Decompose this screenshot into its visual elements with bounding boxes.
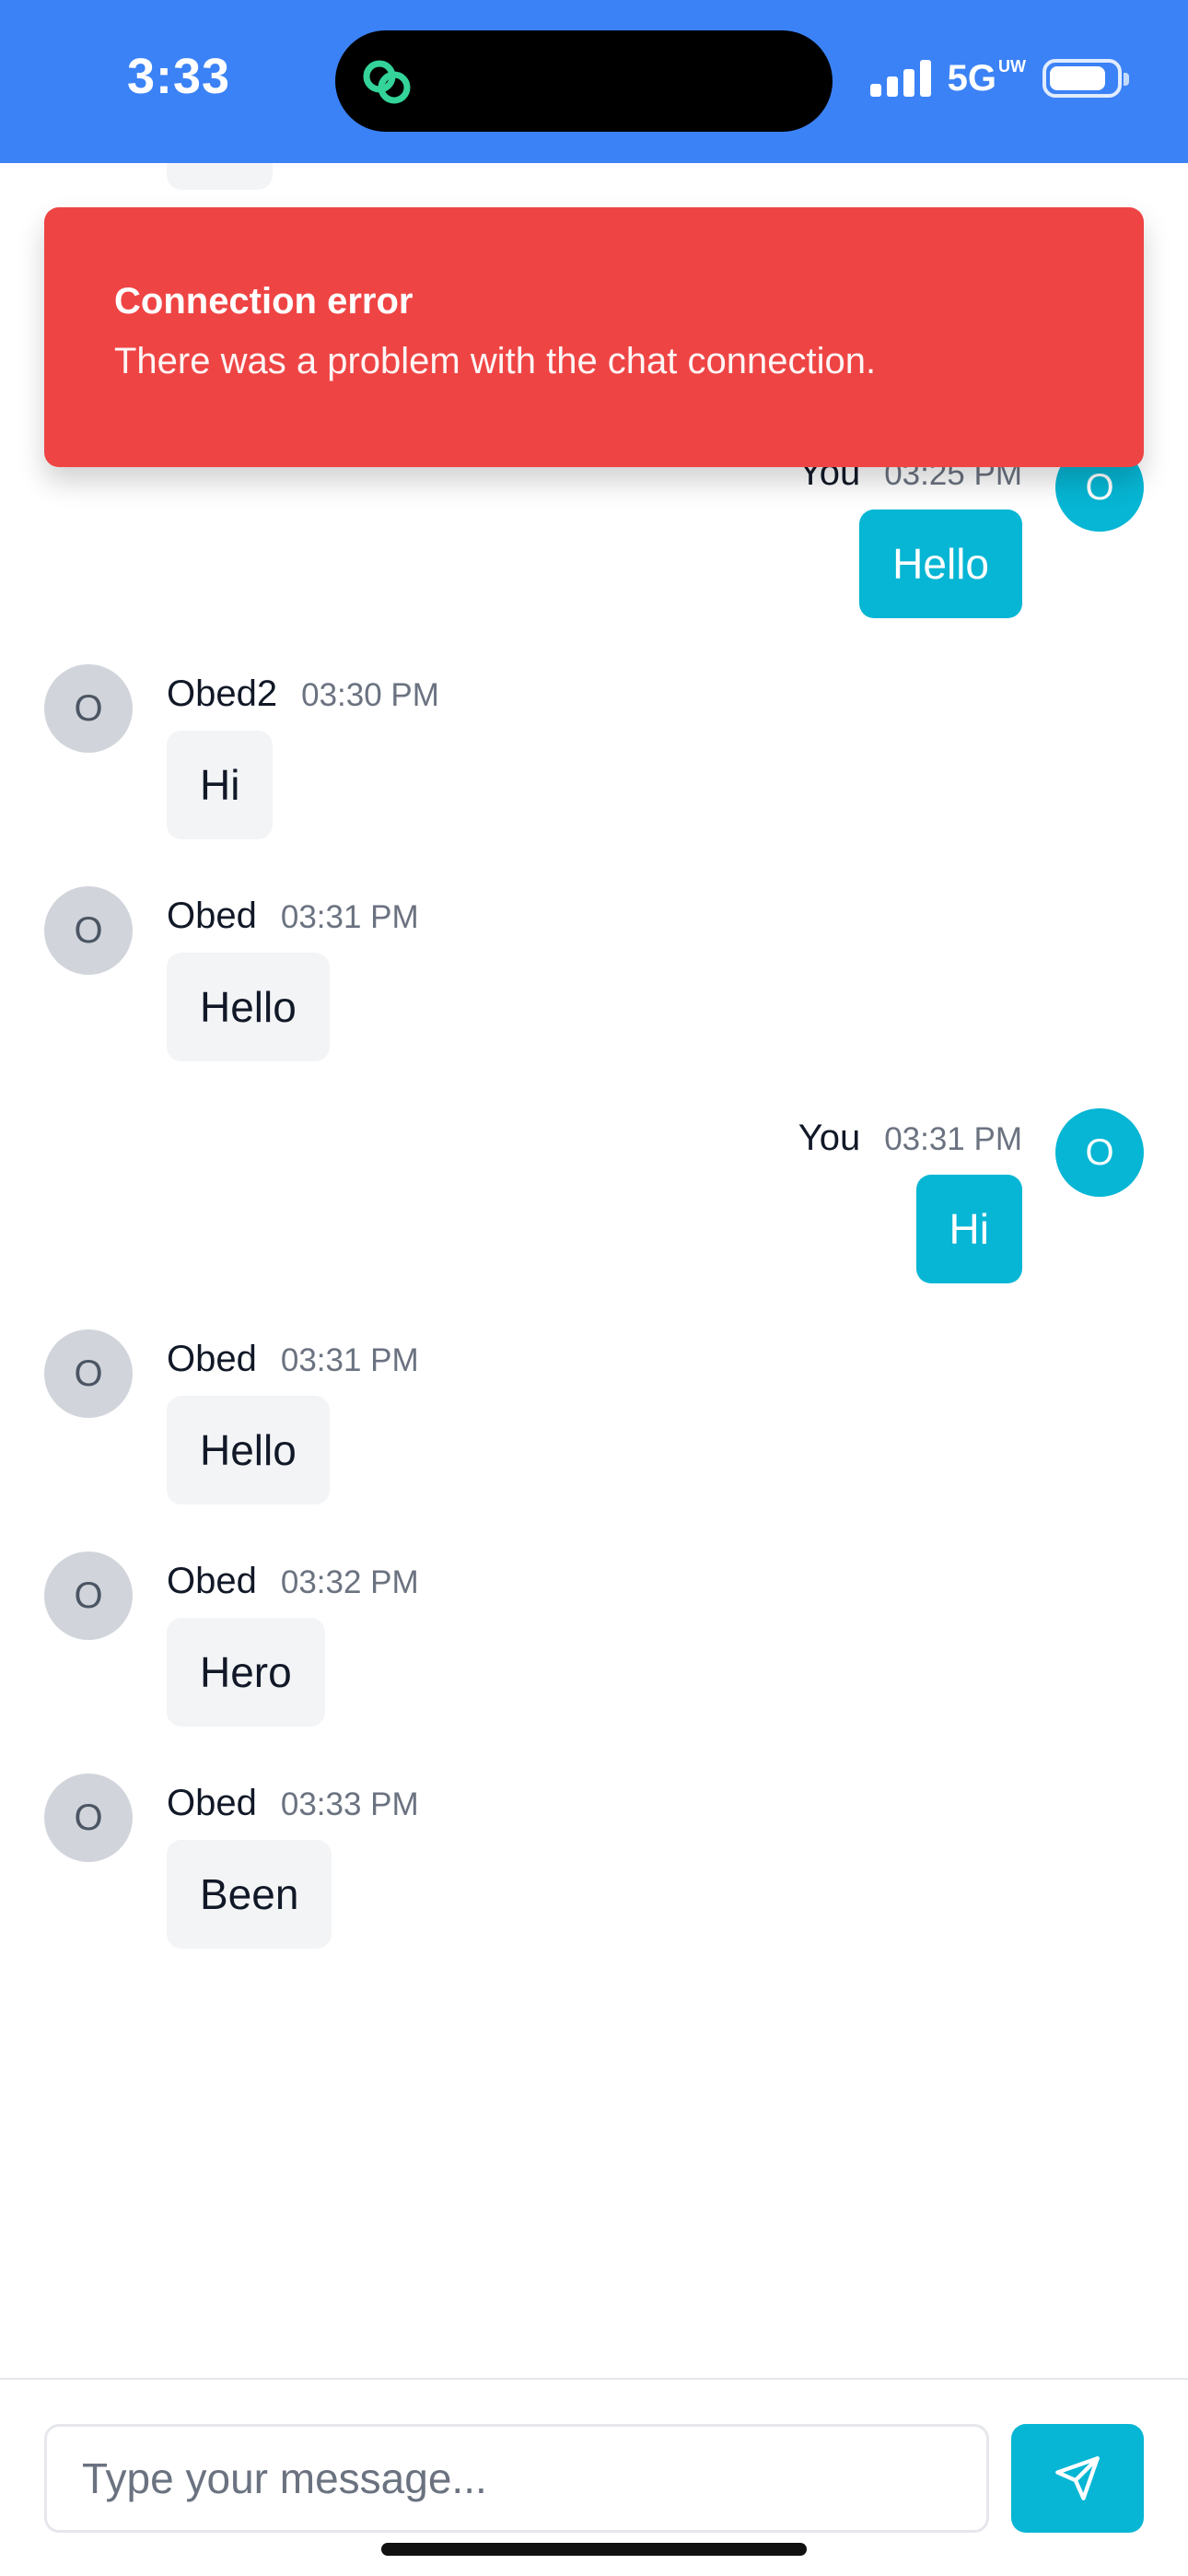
message-meta: Obed 03:31 PM bbox=[167, 1339, 419, 1380]
status-bar: 3:33 5G UW bbox=[0, 0, 1188, 163]
message-meta: Obed 03:32 PM bbox=[167, 1561, 419, 1602]
message-bubble[interactable]: Hero bbox=[167, 1618, 325, 1727]
message-bubble[interactable]: Hello bbox=[859, 509, 1022, 618]
message-timestamp: 03:32 PM bbox=[280, 1564, 419, 1600]
link-icon bbox=[363, 60, 411, 104]
message-meta: Obed 03:33 PM bbox=[167, 1783, 419, 1824]
sender-name: Obed bbox=[167, 1783, 257, 1823]
status-time: 3:33 bbox=[127, 49, 231, 104]
message-bubble[interactable]: Hi bbox=[915, 1175, 1022, 1283]
avatar[interactable]: O bbox=[44, 1551, 133, 1640]
sender-name: Obed bbox=[167, 1339, 257, 1379]
home-indicator[interactable] bbox=[381, 2543, 807, 2556]
message-timestamp: 03:31 PM bbox=[280, 899, 419, 935]
avatar[interactable]: O bbox=[44, 664, 133, 753]
message-timestamp: 03:31 PM bbox=[280, 1342, 419, 1378]
message-timestamp: 03:30 PM bbox=[301, 677, 439, 713]
status-indicators: 5G UW bbox=[869, 55, 1129, 101]
sender-name: Obed bbox=[167, 1561, 257, 1601]
battery-icon bbox=[1042, 59, 1129, 98]
connection-error-toast[interactable]: Connection error There was a problem wit… bbox=[44, 207, 1144, 467]
message-meta: Obed 03:31 PM bbox=[167, 896, 419, 937]
send-button[interactable] bbox=[1011, 2424, 1144, 2533]
dynamic-island bbox=[335, 30, 833, 132]
avatar[interactable]: O bbox=[44, 1329, 133, 1418]
toast-description: There was a problem with the chat connec… bbox=[114, 341, 877, 381]
message-bubble[interactable]: Hi bbox=[167, 731, 274, 839]
toast-title: Connection error bbox=[114, 281, 413, 322]
message-bubble[interactable]: Hello bbox=[167, 953, 330, 1061]
sender-name: Obed2 bbox=[167, 673, 278, 714]
message-bubble[interactable]: Hello bbox=[167, 1396, 330, 1505]
network-label: 5G UW bbox=[947, 56, 1026, 99]
avatar[interactable]: O bbox=[44, 1774, 133, 1862]
message-meta: You 03:31 PM bbox=[798, 1118, 1022, 1159]
avatar[interactable]: O bbox=[44, 886, 133, 975]
message-list[interactable]: OHiOObed203:06 PMHiOYou03:25 PMHelloOObe… bbox=[0, 163, 1188, 2378]
message-timestamp: 03:33 PM bbox=[280, 1786, 419, 1822]
message-bubble[interactable]: Hi bbox=[167, 163, 274, 190]
sender-name: You bbox=[798, 1118, 861, 1158]
message-timestamp: 03:31 PM bbox=[884, 1121, 1022, 1157]
message-meta: Obed2 03:30 PM bbox=[167, 673, 439, 715]
send-icon bbox=[1055, 2456, 1100, 2500]
signal-icon bbox=[869, 60, 931, 97]
message-input[interactable] bbox=[44, 2424, 989, 2533]
sender-name: Obed bbox=[167, 896, 257, 936]
avatar[interactable]: O bbox=[1055, 1108, 1144, 1197]
message-bubble[interactable]: Been bbox=[167, 1840, 332, 1949]
